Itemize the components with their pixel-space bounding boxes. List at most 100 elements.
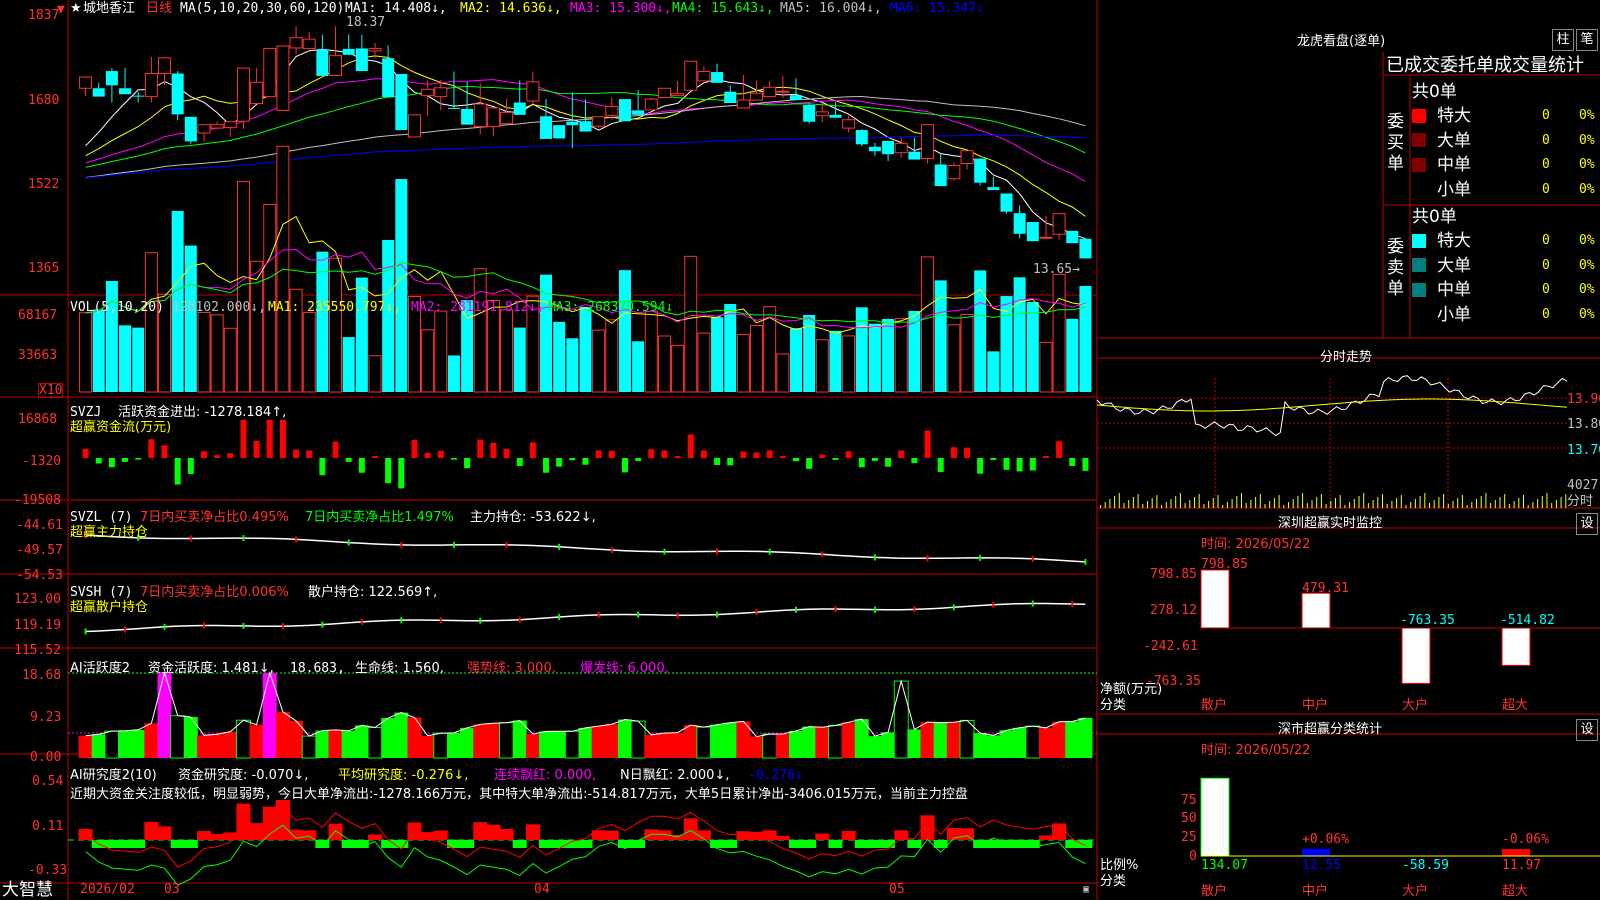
- flow-bar: [372, 456, 379, 458]
- activity-bar: [827, 724, 843, 759]
- flow-bar: [1042, 456, 1049, 458]
- activity-bar: [341, 730, 356, 758]
- classify-cat-2: 大户: [1402, 884, 1429, 899]
- ai-research-legend-2: 连续飘红: 0.000,: [494, 768, 596, 783]
- svsh-legend-0: 7日内买卖净占比0.006%: [140, 585, 289, 600]
- activity-bar: [670, 732, 685, 758]
- favorite-star-icon[interactable]: ★: [70, 1, 82, 16]
- candle-body: [1039, 236, 1053, 239]
- flow-bar: [674, 456, 681, 458]
- intraday-vol-bar: [1297, 496, 1299, 508]
- candle-body: [513, 102, 526, 115]
- volume-bar: [618, 270, 631, 392]
- research-bar: [262, 806, 277, 840]
- volume-bar: [342, 337, 355, 392]
- ai-research-legend-1: 平均研究度: -0.276↓,: [338, 768, 469, 783]
- research-bar: [841, 830, 856, 840]
- flow-bar: [411, 440, 418, 458]
- volume-bar: [750, 324, 764, 393]
- flow-bar: [161, 445, 168, 458]
- vol-title: VOL(5,10,20): [70, 300, 164, 315]
- svsh-y-tick-2: 115.52: [14, 643, 61, 658]
- candle-body: [736, 99, 750, 109]
- intraday-vol-bar: [1273, 498, 1275, 508]
- activity-bar: [907, 729, 922, 758]
- intraday-vol-bar: [1504, 494, 1506, 508]
- flow-bar: [148, 439, 155, 458]
- flow-bar: [450, 458, 457, 460]
- activity-bar: [644, 734, 659, 758]
- intraday-vol-bar: [1396, 498, 1398, 508]
- activity-bar: [486, 723, 501, 758]
- y-tick-main-1: 1680: [28, 93, 60, 108]
- activity-bar: [775, 734, 790, 758]
- flow-bar: [871, 458, 878, 461]
- main-chart-svg[interactable]: [0, 0, 1600, 900]
- volume-bar: [144, 252, 158, 393]
- volume-bar: [1039, 341, 1053, 393]
- flow-bar: [543, 458, 550, 473]
- flow-bar: [819, 454, 826, 458]
- volume-bar: [355, 277, 368, 392]
- candle-body: [711, 72, 724, 83]
- volume-bar: [92, 309, 105, 392]
- tab-bi[interactable]: 笔: [1576, 29, 1598, 51]
- research-bar: [499, 829, 514, 840]
- intraday-vol-bar: [1457, 498, 1459, 508]
- intraday-vol-bar: [1358, 496, 1360, 508]
- intraday-vol-bar: [1382, 494, 1383, 508]
- buy-row-label-0: 特大: [1437, 106, 1471, 126]
- candle-body: [1026, 222, 1039, 242]
- y-tick-main-2: 1522: [28, 177, 60, 192]
- activity-bar: [420, 735, 435, 758]
- sell-row-pct-2: 0%: [1579, 282, 1595, 297]
- monitor-settings-button[interactable]: 设: [1576, 513, 1598, 535]
- svzj-title: SVZJ: [70, 405, 102, 420]
- svzl-title: SVZL (7): [70, 510, 133, 525]
- position-tick: [716, 548, 719, 555]
- research-bar: [775, 836, 790, 840]
- intraday-vol-bar: [1184, 503, 1186, 508]
- classify-settings-button[interactable]: 设: [1576, 719, 1598, 741]
- intraday-vol-bar: [1471, 502, 1473, 508]
- intraday-vol-bar: [1546, 493, 1548, 508]
- flow-bar: [990, 458, 997, 460]
- research-bar: [802, 840, 817, 848]
- lock-icon[interactable]: ▣: [1083, 882, 1089, 897]
- intraday-y-tick-2: 13.70: [1567, 443, 1600, 458]
- classify-pct-1: +0.06%: [1302, 832, 1349, 847]
- position-tick: [873, 554, 876, 561]
- period-label[interactable]: 日线: [146, 1, 172, 16]
- intraday-vol-bar: [1372, 500, 1374, 508]
- position-tick: [281, 623, 284, 630]
- activity-bar: [210, 734, 225, 758]
- intraday-vol-bar: [1165, 502, 1167, 508]
- sell-xl-swatch: [1412, 234, 1426, 248]
- stock-name[interactable]: 城地香江: [83, 1, 135, 16]
- ma5-legend: MA5: 16.004↓,: [780, 1, 882, 16]
- flow-bar: [122, 458, 129, 462]
- activity-bar: [196, 735, 211, 758]
- candle-body: [486, 107, 500, 128]
- monitor-cat-2: 大户: [1402, 698, 1429, 713]
- position-tick: [1084, 558, 1087, 565]
- volume-bar: [644, 310, 658, 393]
- research-bar: [236, 803, 251, 840]
- candle-body: [882, 140, 895, 155]
- tab-zhu[interactable]: 柱: [1552, 29, 1574, 51]
- app-logo[interactable]: 大智慧: [2, 880, 53, 900]
- research-bar: [78, 829, 93, 840]
- candle-body: [1013, 213, 1026, 234]
- activity-bar: [552, 731, 567, 758]
- intraday-vol-bar: [1344, 505, 1346, 508]
- volume-bar: [960, 313, 974, 393]
- research-bar: [960, 828, 975, 840]
- flow-bar: [187, 458, 194, 474]
- volume-bar: [540, 274, 553, 392]
- flow-bar: [253, 440, 260, 458]
- position-tick: [755, 609, 758, 616]
- flow-bar: [358, 458, 365, 473]
- activity-bar: [696, 726, 712, 759]
- volume-bar: [263, 203, 277, 393]
- candle-body: [461, 108, 474, 125]
